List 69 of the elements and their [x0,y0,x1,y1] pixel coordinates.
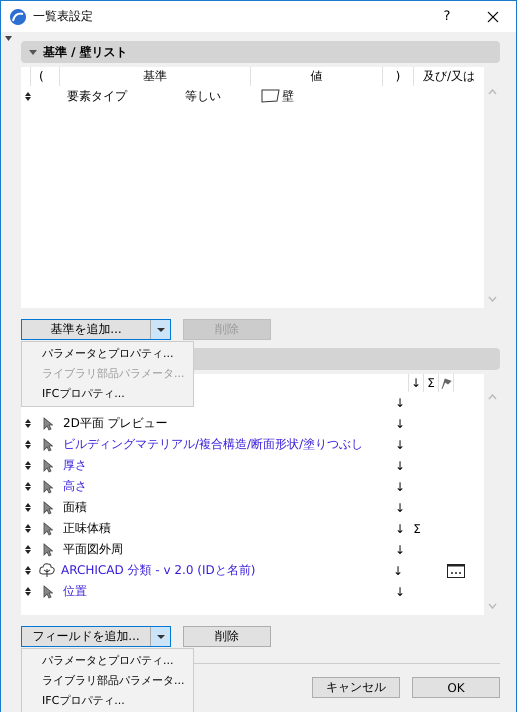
add-field-button[interactable]: フィールドを追加... [22,627,151,646]
menu-item[interactable]: IFCプロパティ... [22,691,184,711]
sort-indicator: ↓ [392,564,404,578]
drag-handle-icon[interactable] [25,503,31,512]
field-name: 面積 [63,499,88,516]
cursor-icon [43,500,53,514]
cursor-icon [43,522,53,536]
field-name: ビルディングマテリアル/複合構造/断面形状/塗りつぶし [63,436,364,453]
expand-triangle-icon [29,50,37,54]
caret-icon [156,328,164,332]
field-name: 高さ [63,478,88,495]
field-name: 正味体積 [63,520,112,537]
menu-item[interactable]: IFCプロパティ... [22,384,184,404]
flag-icon [440,378,452,388]
cancel-button[interactable]: キャンセル [312,677,400,698]
sort-indicator: ↓ [394,438,406,452]
dropdown-button[interactable] [151,627,170,646]
menu-item[interactable]: ライブラリ部品パラメータ... [22,671,184,691]
caret-icon [156,634,164,638]
sum-column-header: Σ [423,374,438,392]
drag-handle-icon[interactable] [25,440,31,449]
sort-indicator: ↓ [394,500,406,514]
drag-handle-icon[interactable] [25,545,31,554]
sum-indicator: Σ [413,522,421,536]
section-title: 基準 / 壁リスト [43,44,128,60]
cursor-icon [43,438,53,452]
sort-indicator: ↓ [394,416,406,430]
ok-button[interactable]: OK [412,677,500,698]
cursor-icon [43,416,53,430]
window-title: 一覧表設定 [33,8,94,25]
menu-item[interactable]: パラメータとプロパティ... [22,344,184,364]
sort-indicator: ↓ [394,542,406,556]
options-icon[interactable] [447,564,465,578]
dropdown-button[interactable] [151,320,170,339]
add-criterion-button[interactable]: 基準を追加... [22,320,151,339]
delete-button[interactable]: 削除 [183,626,271,647]
drag-handle-icon[interactable] [25,461,31,470]
cursor-icon [43,542,53,556]
close-icon [487,10,499,22]
cursor-icon [43,458,53,472]
cursor-icon [43,584,53,598]
criterion-cell-text: 要素タイプ [67,88,128,104]
app-logo-icon [9,8,27,26]
field-name: 位置 [63,583,88,600]
drag-handle-icon[interactable] [25,524,31,533]
collapse-triangle-icon[interactable] [5,36,12,41]
sort-indicator: ↓ [394,584,406,598]
drag-handle-icon[interactable] [25,419,31,428]
help-button[interactable]: ? [424,1,470,32]
sort-indicator: ↓ [394,396,406,410]
value-cell: 壁 [282,88,294,104]
field-name: 厚さ [63,457,88,474]
drag-handle-icon[interactable] [25,587,31,596]
sort-indicator: ↓ [394,480,406,494]
field-name: 平面図外周 [63,541,124,558]
sort-column-header: ↓ [408,374,423,392]
section-header[interactable]: 基準 / 壁リスト [21,41,500,63]
wall-icon [261,89,280,103]
cursor-icon [43,480,53,494]
field-name: 2D平面 プレビュー [63,415,169,432]
tree-icon [39,563,55,578]
drag-handle-icon[interactable] [25,566,31,575]
field-name: ARCHICAD 分類 - v 2.0 (IDと名前) [61,562,256,579]
sort-indicator: ↓ [394,458,406,472]
sort-indicator: ↓ [394,522,406,536]
drag-handle-icon[interactable] [25,482,31,491]
operator-cell-text: 等しい [185,88,222,104]
drag-handle-icon[interactable] [25,92,31,100]
menu-item[interactable]: パラメータとプロパティ... [22,651,184,671]
